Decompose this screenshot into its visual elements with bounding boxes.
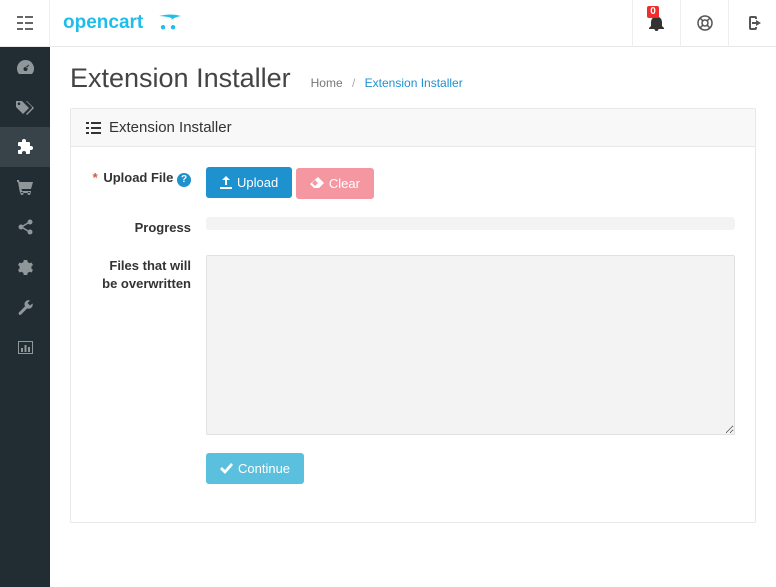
installer-panel: Extension Installer * Upload File ? Uplo… [70,108,756,523]
clear-button[interactable]: Clear [296,168,374,199]
sidebar-item-marketing[interactable] [0,207,50,247]
sidebar-item-reports[interactable] [0,327,50,367]
notifications-button[interactable]: 0 [632,0,680,47]
wrench-icon [18,300,33,315]
share-icon [18,219,33,235]
list-icon [86,122,101,134]
header-actions: 0 [632,0,776,47]
dashboard-icon [17,60,34,74]
menu-toggle-icon [17,16,33,30]
panel-heading: Extension Installer [71,109,755,147]
breadcrumb-home[interactable]: Home [311,76,343,90]
sidebar-item-dashboard[interactable] [0,47,50,87]
sidebar-item-extensions[interactable] [0,127,50,167]
notification-count-badge: 0 [647,6,659,18]
upload-file-label: * Upload File ? [91,167,206,199]
panel-heading-text: Extension Installer [109,119,232,136]
breadcrumb-current[interactable]: Extension Installer [365,76,463,90]
cart-icon [17,180,33,195]
sidebar-item-system[interactable] [0,247,50,287]
puzzle-icon [17,139,33,155]
support-button[interactable] [680,0,728,47]
sidebar-item-sales[interactable] [0,167,50,207]
tag-icon [16,100,34,115]
page-title: Extension Installer [70,63,291,94]
help-icon[interactable]: ? [177,173,191,187]
bar-chart-icon [18,341,33,354]
eraser-icon [310,177,324,189]
menu-toggle-button[interactable] [0,0,50,47]
page-header: Extension Installer Home / Extension Ins… [50,47,776,108]
sidebar [0,47,50,587]
progress-bar [206,217,735,230]
breadcrumb: Home / Extension Installer [311,76,463,90]
svg-text:opencart: opencart [63,12,144,33]
life-ring-icon [697,15,713,31]
logout-icon [745,16,761,30]
overwrite-files-textarea[interactable] [206,255,735,435]
breadcrumb-separator: / [352,76,355,90]
gear-icon [18,260,33,275]
upload-button[interactable]: Upload [206,167,292,198]
upload-icon [220,176,232,189]
sidebar-item-catalog[interactable] [0,87,50,127]
sidebar-item-tools[interactable] [0,287,50,327]
logo[interactable]: opencart [50,10,198,37]
check-icon [220,463,233,474]
continue-button[interactable]: Continue [206,453,304,484]
logout-button[interactable] [728,0,776,47]
main-content: Extension Installer Home / Extension Ins… [50,47,776,587]
overwrite-label: Files that will be overwritten [91,255,206,435]
progress-label: Progress [91,217,206,237]
top-header: opencart 0 [0,0,776,47]
